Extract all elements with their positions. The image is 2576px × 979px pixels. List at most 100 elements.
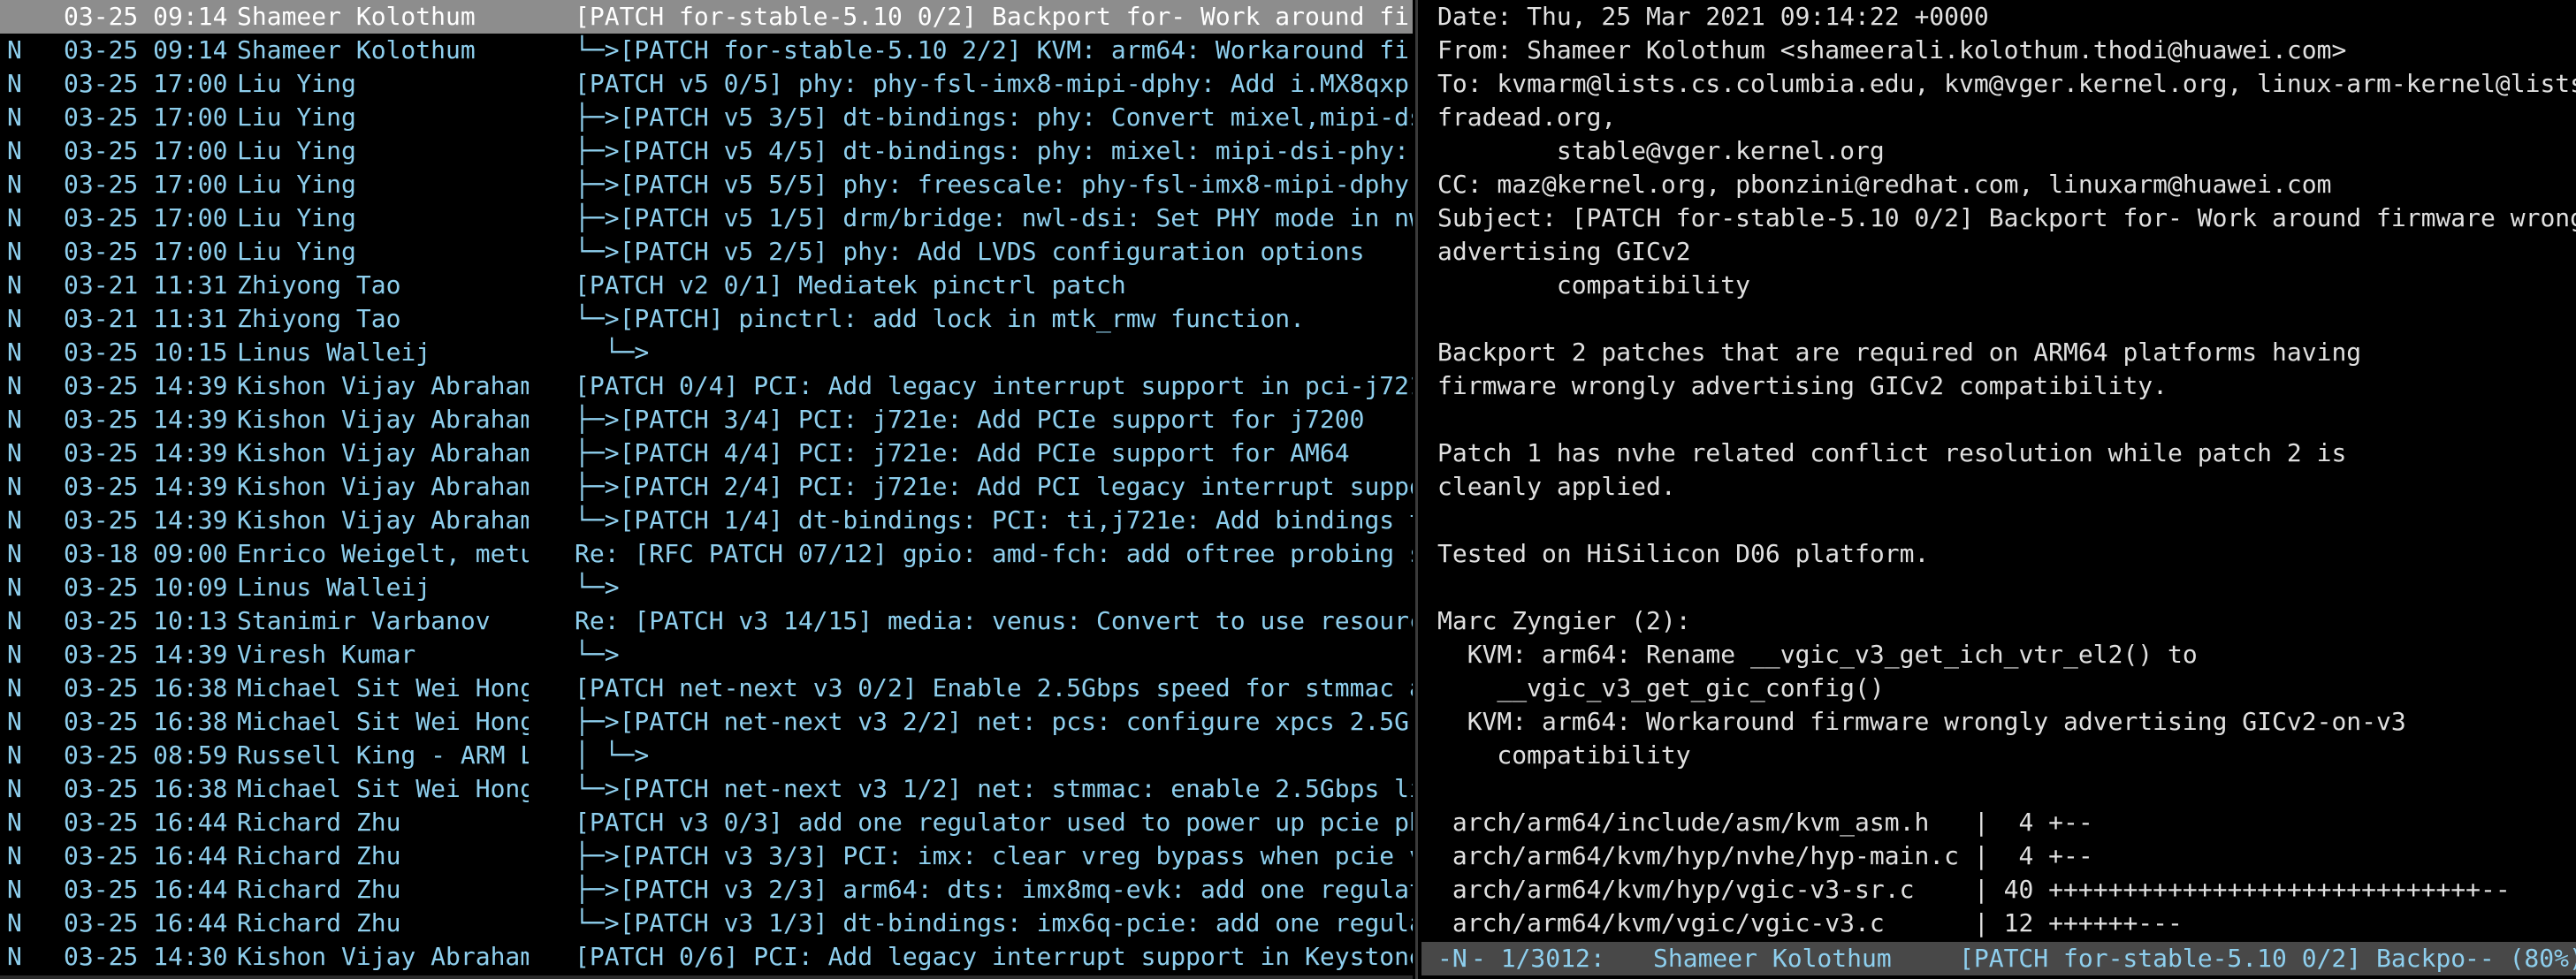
status-subject: [PATCH for-stable-5.10 0/2] Backpo: [1959, 944, 2466, 973]
pager-line: advertising GICv2: [1437, 237, 1691, 266]
pager-line: stable@vger.kernel.org: [1437, 136, 1885, 165]
message-subject: ├─>[PATCH 3/4] PCI: j721e: Add PCIe supp…: [575, 405, 1365, 434]
message-date: 03-21 11:31: [64, 304, 228, 333]
message-row[interactable]: N 03-25 16:38 Michael Sit Wei Hong ├─>[PATC…: [0, 705, 1413, 739]
status-scroll-percent: -- (80%): [2465, 944, 2576, 973]
message-author: Liu Ying: [237, 203, 356, 232]
message-author: Michael Sit Wei Hong: [237, 673, 529, 702]
message-row[interactable]: N 03-25 16:38 Michael Sit Wei Hong └─>[PATC…: [0, 772, 1413, 806]
pager-line: CC: maz@kernel.org, pbonzini@redhat.com,…: [1437, 170, 2332, 199]
message-row[interactable]: N 03-25 14:39 Kishon Vijay Abraham ├─>[PATC…: [0, 436, 1413, 470]
message-flag: N: [7, 942, 22, 971]
message-date: 03-25 16:44: [64, 875, 228, 904]
message-row[interactable]: N 03-25 17:00 Liu Ying ├─>[PATCH v5 1/5] dr…: [0, 201, 1413, 235]
message-author: Liu Ying: [237, 69, 356, 98]
message-date: 03-25 14:30: [64, 942, 228, 971]
message-row[interactable]: N 03-18 09:00 Enrico Weigelt, metu Re: [RFC…: [0, 537, 1413, 571]
message-author: Linus Walleij: [237, 573, 431, 602]
message-author: Zhiyong Tao: [237, 270, 401, 300]
pager-line: [1421, 403, 2576, 436]
message-row[interactable]: N 03-25 17:00 Liu Ying ├─>[PATCH v5 4/5] dt…: [0, 134, 1413, 168]
message-flag: N: [7, 438, 22, 467]
pager-line: cleanly applied.: [1437, 472, 1676, 501]
message-author: Liu Ying: [237, 136, 356, 165]
message-row[interactable]: N 03-25 17:00 Liu Ying └─>[PATCH v5 2/5] ph…: [0, 235, 1413, 269]
message-date: 03-25 17:00: [64, 237, 228, 266]
message-date: 03-25 10:09: [64, 573, 228, 602]
message-subject: [PATCH for-stable-5.10 0/2] Backport for…: [575, 2, 1413, 31]
message-author: Kishon Vijay Abraham: [237, 438, 529, 467]
message-row[interactable]: N 03-25 14:39 Kishon Vijay Abraham ├─>[PATC…: [0, 403, 1413, 436]
message-author: Kishon Vijay Abraham: [237, 505, 529, 535]
message-row[interactable]: N 03-25 08:59 Russell King - ARM L │ └─>: [0, 739, 1413, 772]
message-author: Viresh Kumar: [237, 640, 416, 669]
message-row[interactable]: N 03-25 14:39 Viresh Kumar └─>: [0, 638, 1413, 672]
message-row[interactable]: N 03-25 16:44 Richard Zhu [PATCH v3 0/3] ad…: [0, 806, 1413, 839]
message-row[interactable]: N 03-25 10:09 Linus Walleij └─>: [0, 571, 1413, 604]
message-row[interactable]: N 03-21 11:31 Zhiyong Tao [PATCH v2 0/1] Me…: [0, 269, 1413, 302]
pager-line: Date: Thu, 25 Mar 2021 09:14:22 +0000: [1437, 2, 1989, 31]
message-author: Stanimir Varbanov: [237, 606, 491, 635]
message-subject: └─>[PATCH] pinctrl: add lock in mtk_rmw …: [575, 304, 1306, 333]
message-row[interactable]: N 03-25 17:00 Liu Ying [PATCH v5 0/5] phy: …: [0, 67, 1413, 101]
message-author: Linus Walleij: [237, 338, 431, 367]
message-subject: ├─>[PATCH v5 1/5] drm/bridge: nwl-dsi: S…: [575, 203, 1413, 232]
message-row-selected[interactable]: 03-25 09:14 Shameer Kolothum [PATCH for-st…: [0, 0, 1413, 34]
message-date: 03-25 17:00: [64, 203, 228, 232]
message-row[interactable]: N 03-25 17:00 Liu Ying ├─>[PATCH v5 3/5] dt…: [0, 101, 1413, 134]
message-date: 03-25 14:39: [64, 640, 228, 669]
message-subject: └─>[PATCH net-next v3 1/2] net: stmmac: …: [575, 774, 1413, 803]
message-row[interactable]: N 03-25 16:38 Michael Sit Wei Hong [PATCH n…: [0, 672, 1413, 705]
message-flag: N: [7, 472, 22, 501]
pager-line: Tested on HiSilicon D06 platform.: [1437, 539, 1930, 568]
message-flag: N: [7, 69, 22, 98]
pager-line: [1421, 772, 2576, 806]
message-date: 03-25 14:39: [64, 505, 228, 535]
status-flags: -N: [1437, 944, 1467, 973]
message-row[interactable]: N 03-25 10:13 Stanimir Varbanov Re: [PATCH …: [0, 604, 1413, 638]
message-flag: N: [7, 573, 22, 602]
pager-line: KVM: arm64: Rename __vgic_v3_get_ich_vtr…: [1437, 640, 2198, 669]
pager-line: [1421, 504, 2576, 537]
message-subject: └─>[PATCH for-stable-5.10 2/2] KVM: arm6…: [575, 35, 1413, 65]
pager-line: [1421, 302, 2576, 336]
message-row[interactable]: N 03-25 14:39 Kishon Vijay Abraham ├─>[PATC…: [0, 470, 1413, 504]
message-date: 03-25 16:38: [64, 673, 228, 702]
message-row[interactable]: N 03-25 17:00 Liu Ying ├─>[PATCH v5 5/5] ph…: [0, 168, 1413, 201]
message-author: Michael Sit Wei Hong: [237, 774, 529, 803]
message-date: 03-25 17:00: [64, 69, 228, 98]
message-date: 03-25 14:39: [64, 405, 228, 434]
message-subject: [PATCH 0/4] PCI: Add legacy interrupt su…: [575, 371, 1413, 400]
message-flag: N: [7, 237, 22, 266]
message-row[interactable]: N 03-25 14:30 Kishon Vijay Abraham [PATCH 0…: [0, 940, 1413, 974]
message-row[interactable]: N 03-25 16:44 Richard Zhu ├─>[PATCH v3 2/3]…: [0, 873, 1413, 907]
message-pager-pane: Date: Thu, 25 Mar 2021 09:14:22 +0000 Fro…: [1421, 0, 2576, 979]
message-date: 03-25 14:39: [64, 438, 228, 467]
message-flag: N: [7, 203, 22, 232]
message-author: Shameer Kolothum: [237, 2, 476, 31]
message-row[interactable]: N 03-25 14:39 Kishon Vijay Abraham [PATCH 0…: [0, 369, 1413, 403]
pager-line: arch/arm64/include/asm/kvm_asm.h | 4 +--: [1437, 808, 2093, 837]
message-author: Richard Zhu: [237, 875, 401, 904]
message-subject: └─>[PATCH v5 2/5] phy: Add LVDS configur…: [575, 237, 1365, 266]
message-author: Richard Zhu: [237, 841, 401, 870]
message-date: 03-25 16:44: [64, 841, 228, 870]
message-row[interactable]: N 03-25 14:39 Kishon Vijay Abraham └─>[PATC…: [0, 504, 1413, 537]
message-row[interactable]: N 03-25 10:15 Linus Walleij └─>: [0, 336, 1413, 369]
index-bottom-border: [0, 975, 1413, 979]
message-row[interactable]: N 03-21 11:31 Zhiyong Tao └─>[PATCH] pinctr…: [0, 302, 1413, 336]
message-author: Liu Ying: [237, 170, 356, 199]
message-row[interactable]: N 03-25 16:44 Richard Zhu ├─>[PATCH v3 3/3]…: [0, 839, 1413, 873]
message-flag: N: [7, 740, 22, 770]
message-index-pane: 03-25 09:14 Shameer Kolothum [PATCH for-st…: [0, 0, 1413, 979]
pager-line: arch/arm64/kvm/vgic/vgic-v3.c | 12 +++++…: [1437, 908, 2183, 937]
message-author: Kishon Vijay Abraham: [237, 942, 529, 971]
message-row[interactable]: N 03-25 16:44 Richard Zhu └─>[PATCH v3 1/3]…: [0, 907, 1413, 940]
pane-divider: [1415, 0, 1418, 979]
pager-line: From: Shameer Kolothum <shameerali.kolot…: [1437, 35, 2347, 65]
pager-line: To: kvmarm@lists.cs.columbia.edu, kvm@vg…: [1437, 69, 2576, 98]
pager-line: compatibility: [1437, 740, 1691, 770]
message-row[interactable]: N 03-25 09:14 Shameer Kolothum └─>[PATCH fo…: [0, 34, 1413, 67]
message-flag: N: [7, 875, 22, 904]
message-subject: ├─>[PATCH v3 3/3] PCI: imx: clear vreg b…: [575, 841, 1413, 870]
